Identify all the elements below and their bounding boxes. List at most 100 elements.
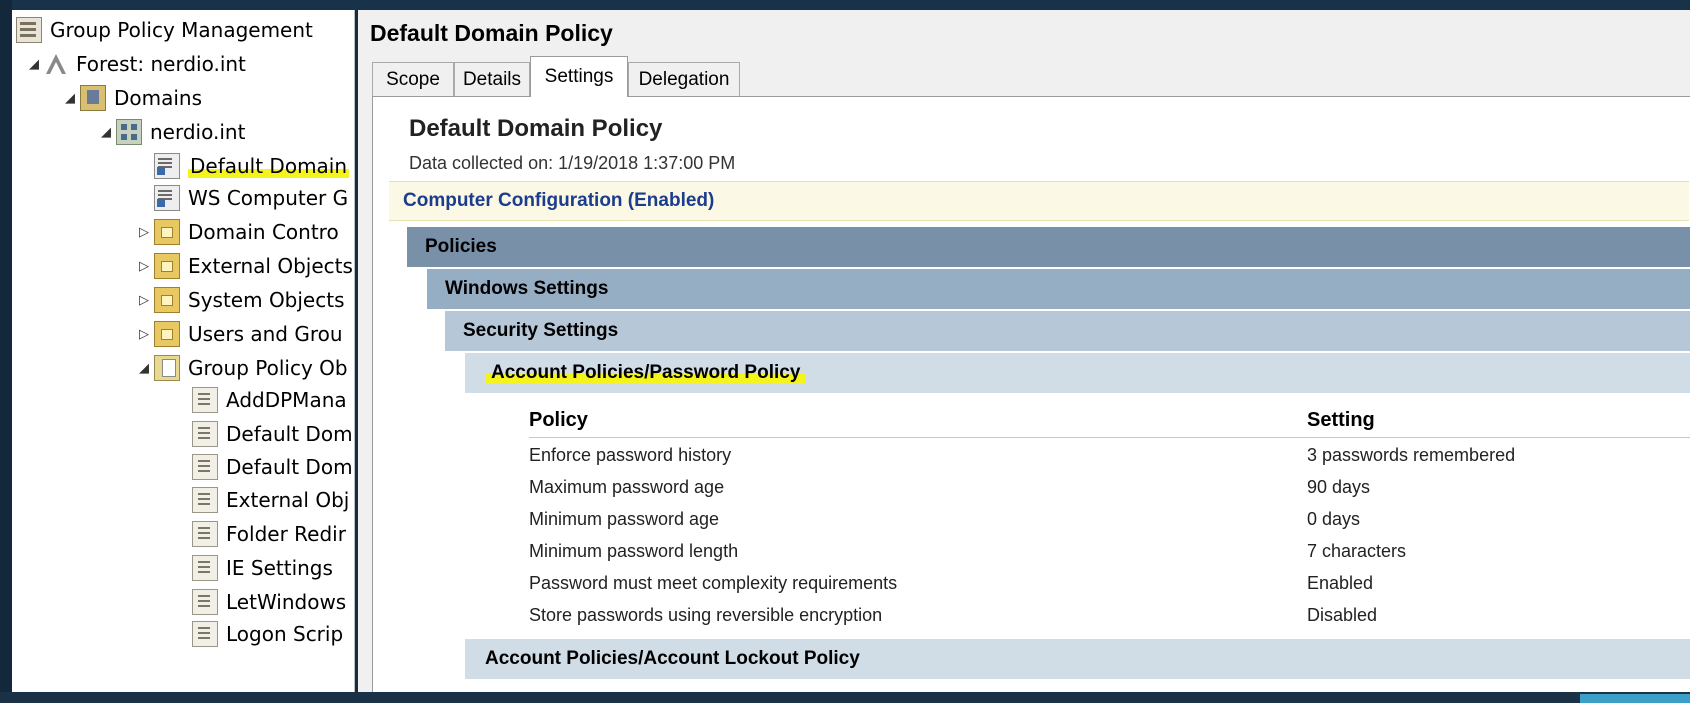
expand-arrow-icon[interactable]: ◢	[134, 361, 154, 376]
gpo-link-icon	[154, 185, 180, 211]
tab-delegation[interactable]: Delegation	[628, 62, 740, 96]
tree-item-label: Default Dom	[226, 455, 353, 479]
policy-name: Maximum password age	[529, 477, 725, 497]
tree-item-gpo[interactable]: IE Settings	[192, 552, 333, 584]
tree-item-label: Domain Contro	[188, 220, 339, 244]
tab-details[interactable]: Details	[454, 62, 530, 96]
gpo-icon	[192, 589, 218, 615]
tree-item-label: IE Settings	[226, 556, 333, 580]
tree-item-external-objects[interactable]: ▷ External Objects	[134, 250, 353, 282]
tree-item-gpo[interactable]: Default Dom	[192, 418, 353, 450]
computer-configuration-header[interactable]: Computer Configuration (Enabled)	[389, 181, 1689, 221]
tree-item-gpo[interactable]: LetWindows	[192, 586, 346, 618]
section-security-settings[interactable]: Security Settings	[445, 311, 1690, 351]
gpm-console-icon	[16, 17, 42, 43]
tree-item-users-and-groups[interactable]: ▷ Users and Grou	[134, 318, 343, 350]
tree-item-system-objects[interactable]: ▷ System Objects	[134, 284, 345, 316]
tree-item-label: LetWindows	[226, 590, 347, 614]
policy-name: Minimum password age	[529, 509, 720, 529]
gpo-icon	[192, 621, 218, 647]
tree-item-gpm-root[interactable]: Group Policy Management	[16, 14, 313, 46]
window-frame-bottom	[0, 692, 1690, 703]
policy-name: Minimum password length	[529, 541, 739, 561]
tab-scope[interactable]: Scope	[372, 62, 454, 96]
tree-item-label: Default Domain	[188, 154, 350, 178]
column-header-policy: Policy	[529, 409, 588, 431]
window-frame-left	[0, 0, 12, 703]
section-label: Account Policies/Password Policy	[485, 362, 807, 384]
tree-item-default-domain-link[interactable]: Default Domain	[154, 150, 350, 182]
tree-item-label: Logon Scrip	[226, 622, 344, 646]
tree-item-domains[interactable]: ◢ Domains	[60, 82, 202, 114]
policy-setting: 3 passwords remembered	[1307, 445, 1516, 465]
header-divider	[529, 437, 1690, 438]
tree-item-label: Forest: nerdio.int	[76, 52, 246, 76]
tree-item-gpo[interactable]: Folder Redir	[192, 518, 346, 550]
tree-item-label: Group Policy Ob	[188, 356, 348, 380]
tree-item-label: WS Computer G	[188, 186, 349, 210]
details-pane: Default Domain Policy Scope Details Sett…	[358, 10, 1690, 692]
expand-arrow-icon[interactable]: ◢	[24, 57, 44, 72]
section-policies[interactable]: Policies	[407, 227, 1690, 267]
gpo-container-icon	[154, 355, 180, 381]
section-windows-settings[interactable]: Windows Settings	[427, 269, 1690, 309]
tree-item-label: External Obj	[226, 488, 350, 512]
gpo-icon	[192, 555, 218, 581]
tree-item-ws-computer-link[interactable]: WS Computer G	[154, 182, 348, 214]
collapse-arrow-icon[interactable]: ▷	[134, 225, 154, 240]
tree-item-label: System Objects	[188, 288, 345, 312]
report-title: Default Domain Policy	[409, 115, 663, 142]
tab-settings[interactable]: Settings	[530, 56, 628, 97]
decorative-accent	[1580, 694, 1690, 703]
page-title: Default Domain Policy	[370, 20, 613, 46]
ou-folder-icon	[154, 321, 180, 347]
gpo-link-icon	[154, 153, 180, 179]
tree-item-forest[interactable]: ◢ Forest: nerdio.int	[24, 48, 246, 80]
gpo-icon	[192, 421, 218, 447]
tree-item-gpo[interactable]: External Obj	[192, 484, 349, 516]
tree-item-label: Domains	[114, 86, 203, 110]
policy-setting: 0 days	[1307, 509, 1361, 529]
ou-folder-icon	[154, 253, 180, 279]
console-tree-pane: Group Policy Management ◢ Forest: nerdio…	[12, 10, 355, 692]
policy-setting: Enabled	[1307, 573, 1374, 593]
data-collected-text: Data collected on: 1/19/2018 1:37:00 PM	[409, 153, 736, 173]
column-header-setting: Setting	[1307, 409, 1375, 431]
ou-folder-icon	[154, 219, 180, 245]
gpo-icon	[192, 521, 218, 547]
policy-name: Store passwords using reversible encrypt…	[529, 605, 883, 625]
tree-item-domain-nerdio[interactable]: ◢ nerdio.int	[96, 116, 245, 148]
section-account-lockout-policy[interactable]: Account Policies/Account Lockout Policy	[465, 639, 1690, 679]
ou-folder-icon	[154, 287, 180, 313]
forest-icon	[44, 52, 68, 76]
tree-item-label: Users and Grou	[188, 322, 343, 346]
tree-item-domain-controllers[interactable]: ▷ Domain Contro	[134, 216, 339, 248]
collapse-arrow-icon[interactable]: ▷	[134, 293, 154, 308]
tree-item-label: Folder Redir	[226, 522, 346, 546]
tree-item-label: Group Policy Management	[50, 18, 313, 42]
window-frame-top	[0, 0, 1690, 10]
tree-item-label: AddDPMana	[226, 388, 347, 412]
expand-arrow-icon[interactable]: ◢	[60, 91, 80, 106]
expand-arrow-icon[interactable]: ◢	[96, 125, 116, 140]
policy-name: Enforce password history	[529, 445, 732, 465]
gpo-icon	[192, 454, 218, 480]
domain-icon	[116, 119, 142, 145]
tree-item-label: External Objects	[188, 254, 353, 278]
tree-item-gpo[interactable]: Default Dom	[192, 451, 353, 483]
section-password-policy[interactable]: Account Policies/Password Policy	[465, 353, 1690, 393]
settings-report: Default Domain Policy Data collected on:…	[372, 96, 1690, 692]
domains-icon	[80, 85, 106, 111]
tree-item-gpo[interactable]: AddDPMana	[192, 384, 347, 416]
collapse-arrow-icon[interactable]: ▷	[134, 259, 154, 274]
policy-setting: 7 characters	[1307, 541, 1407, 561]
policy-setting: Disabled	[1307, 605, 1378, 625]
collapse-arrow-icon[interactable]: ▷	[134, 327, 154, 342]
gpo-icon	[192, 387, 218, 413]
tree-item-label: nerdio.int	[150, 120, 246, 144]
gpo-icon	[192, 487, 218, 513]
tree-item-group-policy-objects[interactable]: ◢ Group Policy Ob	[134, 352, 348, 384]
policy-name: Password must meet complexity requiremen…	[529, 573, 898, 593]
policy-setting: 90 days	[1307, 477, 1371, 497]
tree-item-gpo[interactable]: Logon Scrip	[192, 618, 343, 650]
